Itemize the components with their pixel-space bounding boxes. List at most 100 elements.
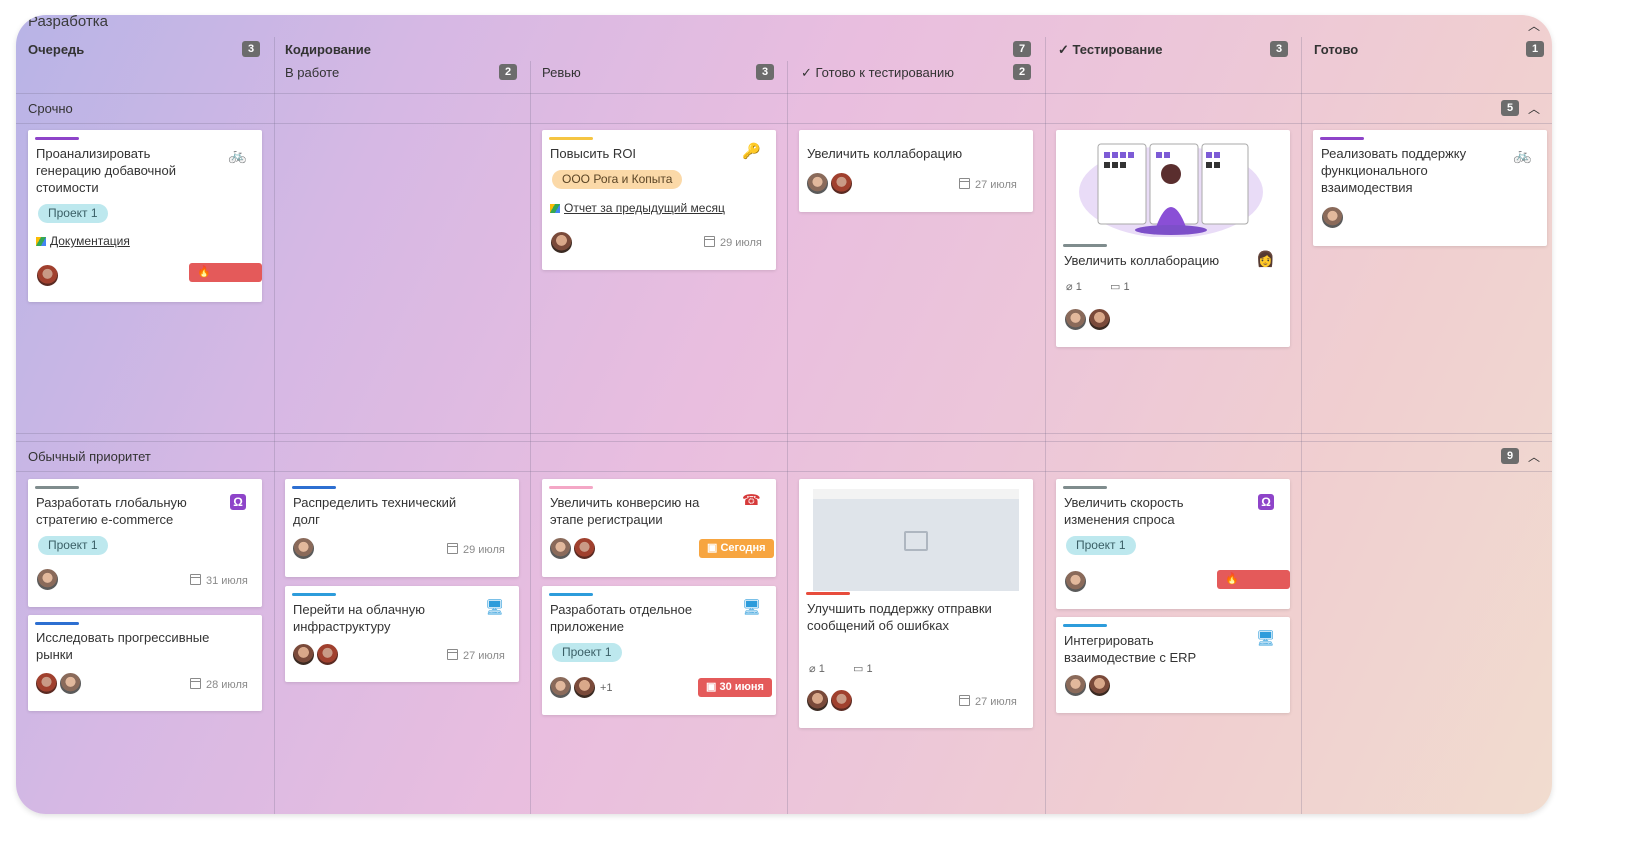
card-color-bar <box>292 486 336 489</box>
testing-text: Тестирование <box>1072 42 1163 57</box>
card[interactable]: Разработать глобальную стратегию e-comme… <box>28 479 262 607</box>
column-review-label: Ревью <box>542 65 581 80</box>
card[interactable]: Увеличить коллаборацию 27 июля <box>799 130 1033 212</box>
calendar-icon: ▣ <box>707 542 721 554</box>
project-tag[interactable]: Проект 1 <box>1066 536 1136 555</box>
attachments-text: 1 <box>818 663 825 675</box>
avatar[interactable] <box>1321 206 1344 229</box>
card[interactable]: Увеличить конверсию на этапе регистрации… <box>542 479 776 577</box>
avatar[interactable] <box>36 568 59 591</box>
card[interactable]: Реализовать поддержку функционального вз… <box>1313 130 1547 246</box>
due-date-text: 27 июля <box>463 650 505 662</box>
project-tag[interactable]: Проект 1 <box>38 204 108 223</box>
avatar[interactable] <box>59 672 82 695</box>
avatar[interactable] <box>1064 308 1087 331</box>
card[interactable]: Увеличить скорость изменения спроса Ω Пр… <box>1056 479 1290 609</box>
card-color-bar <box>549 137 593 140</box>
card[interactable]: Разработать отдельное приложение 🖥 Проек… <box>542 586 776 715</box>
avatar[interactable] <box>806 172 829 195</box>
document-link[interactable]: Документация <box>36 234 130 248</box>
urgent-badge: 🔥 Срочно <box>1217 570 1290 604</box>
more-assignees[interactable]: +1 <box>600 682 613 694</box>
card[interactable]: Проанализировать генерацию добавочной ст… <box>28 130 262 302</box>
avatar[interactable] <box>550 231 573 254</box>
card-color-bar <box>806 592 850 595</box>
card[interactable]: Повысить ROI 🔑 ООО Рога и Копыта Отчет з… <box>542 130 776 270</box>
company-tag[interactable]: ООО Рога и Копыта <box>552 170 683 189</box>
collapse-lane-icon[interactable]: ︿ <box>1528 448 1540 465</box>
monitor-icon: 🖥 <box>485 599 505 616</box>
badge-text: Срочно <box>1225 592 1266 604</box>
card[interactable]: Улучшить поддержку отправки сообщений об… <box>799 479 1033 728</box>
due-date-text: 28 июля <box>206 679 248 691</box>
calendar-icon <box>447 649 458 660</box>
project-tag[interactable]: Проект 1 <box>552 643 622 662</box>
due-date-text: 29 июля <box>463 544 505 556</box>
collapse-lane-icon[interactable]: ︿ <box>1528 100 1540 117</box>
avatar[interactable] <box>573 676 596 699</box>
due-date-text: 27 июля <box>975 696 1017 708</box>
column-divider <box>274 37 275 814</box>
card-title: Увеличить конверсию на этапе регистрации <box>550 495 700 527</box>
paperclip-icon: ⌀ <box>809 663 819 675</box>
card-title: Реализовать поддержку функционального вз… <box>1321 146 1467 195</box>
bicycle-icon: 🚲 <box>1513 147 1532 164</box>
project-tag[interactable]: Проект 1 <box>38 536 108 555</box>
due-date: 27 июля <box>447 649 505 662</box>
card-color-bar <box>35 622 79 625</box>
avatar[interactable] <box>549 676 572 699</box>
lane-urgent-title: Срочно <box>28 101 73 116</box>
avatar[interactable] <box>36 264 59 287</box>
avatar[interactable] <box>1088 308 1111 331</box>
badge-text: 30 июня <box>719 681 764 693</box>
column-divider <box>1045 37 1046 814</box>
due-date-text: 31 июля <box>206 575 248 587</box>
card-title: Увеличить скорость изменения спроса <box>1064 495 1184 527</box>
avatar[interactable] <box>292 643 315 666</box>
lane-normal-title: Обычный приоритет <box>28 449 151 464</box>
card-title: Разработать отдельное приложение <box>550 602 693 634</box>
avatar[interactable] <box>549 537 572 560</box>
key-icon: 🔑 <box>742 143 761 160</box>
card-color-bar <box>1063 486 1107 489</box>
avatar[interactable] <box>1064 674 1087 697</box>
avatar[interactable] <box>830 689 853 712</box>
avatar[interactable] <box>1064 570 1087 593</box>
check-icon: ✓ <box>801 65 816 80</box>
card-cover-illustration <box>1076 132 1266 238</box>
fire-icon: 🔥 <box>1225 573 1239 585</box>
comments-text: 1 <box>866 663 873 675</box>
avatar[interactable] <box>830 172 853 195</box>
collapse-board-icon[interactable]: ︿ <box>1528 17 1540 34</box>
card-title: Повысить ROI <box>550 146 637 161</box>
comments-count: ▭ 1 <box>853 662 873 675</box>
lane-divider <box>16 433 1552 434</box>
attachments-count: ⌀ 1 <box>809 662 825 675</box>
card[interactable]: Распределить технический долг 29 июля <box>285 479 519 577</box>
avatar[interactable] <box>35 672 58 695</box>
phone-icon: ☎ <box>742 492 761 509</box>
column-review-count: 3 <box>756 64 774 80</box>
calendar-icon <box>959 178 970 189</box>
card[interactable]: Интегрировать взаимодествие с ERP 🖥 <box>1056 617 1290 713</box>
due-date-text: 29 июля <box>720 237 762 249</box>
card-color-bar <box>35 486 79 489</box>
card[interactable]: Исследовать прогрессивные рынки 28 июля <box>28 615 262 711</box>
avatar[interactable] <box>316 643 339 666</box>
card-title: Разработать глобальную стратегию e-comme… <box>36 495 187 527</box>
avatar[interactable] <box>1088 674 1111 697</box>
avatar[interactable] <box>806 689 829 712</box>
column-testing-count: 3 <box>1270 41 1288 57</box>
column-queue-label: Очередь <box>28 42 85 57</box>
avatar[interactable] <box>292 537 315 560</box>
card[interactable]: Перейти на облачную инфраструктуру 🖥 27 … <box>285 586 519 682</box>
document-link[interactable]: Отчет за предыдущий месяц <box>550 201 725 215</box>
board-title: Разработка <box>28 15 108 30</box>
avatar[interactable] <box>573 537 596 560</box>
card[interactable]: Увеличить коллаборацию 👩 ⌀ 1 ▭ 1 <box>1056 130 1290 347</box>
due-date: 28 июля <box>190 678 248 691</box>
monitor-icon: 🖥 <box>742 599 762 616</box>
column-divider <box>787 61 788 814</box>
badge-text: Срочно <box>197 285 238 297</box>
calendar-icon: ▣ <box>706 681 720 693</box>
